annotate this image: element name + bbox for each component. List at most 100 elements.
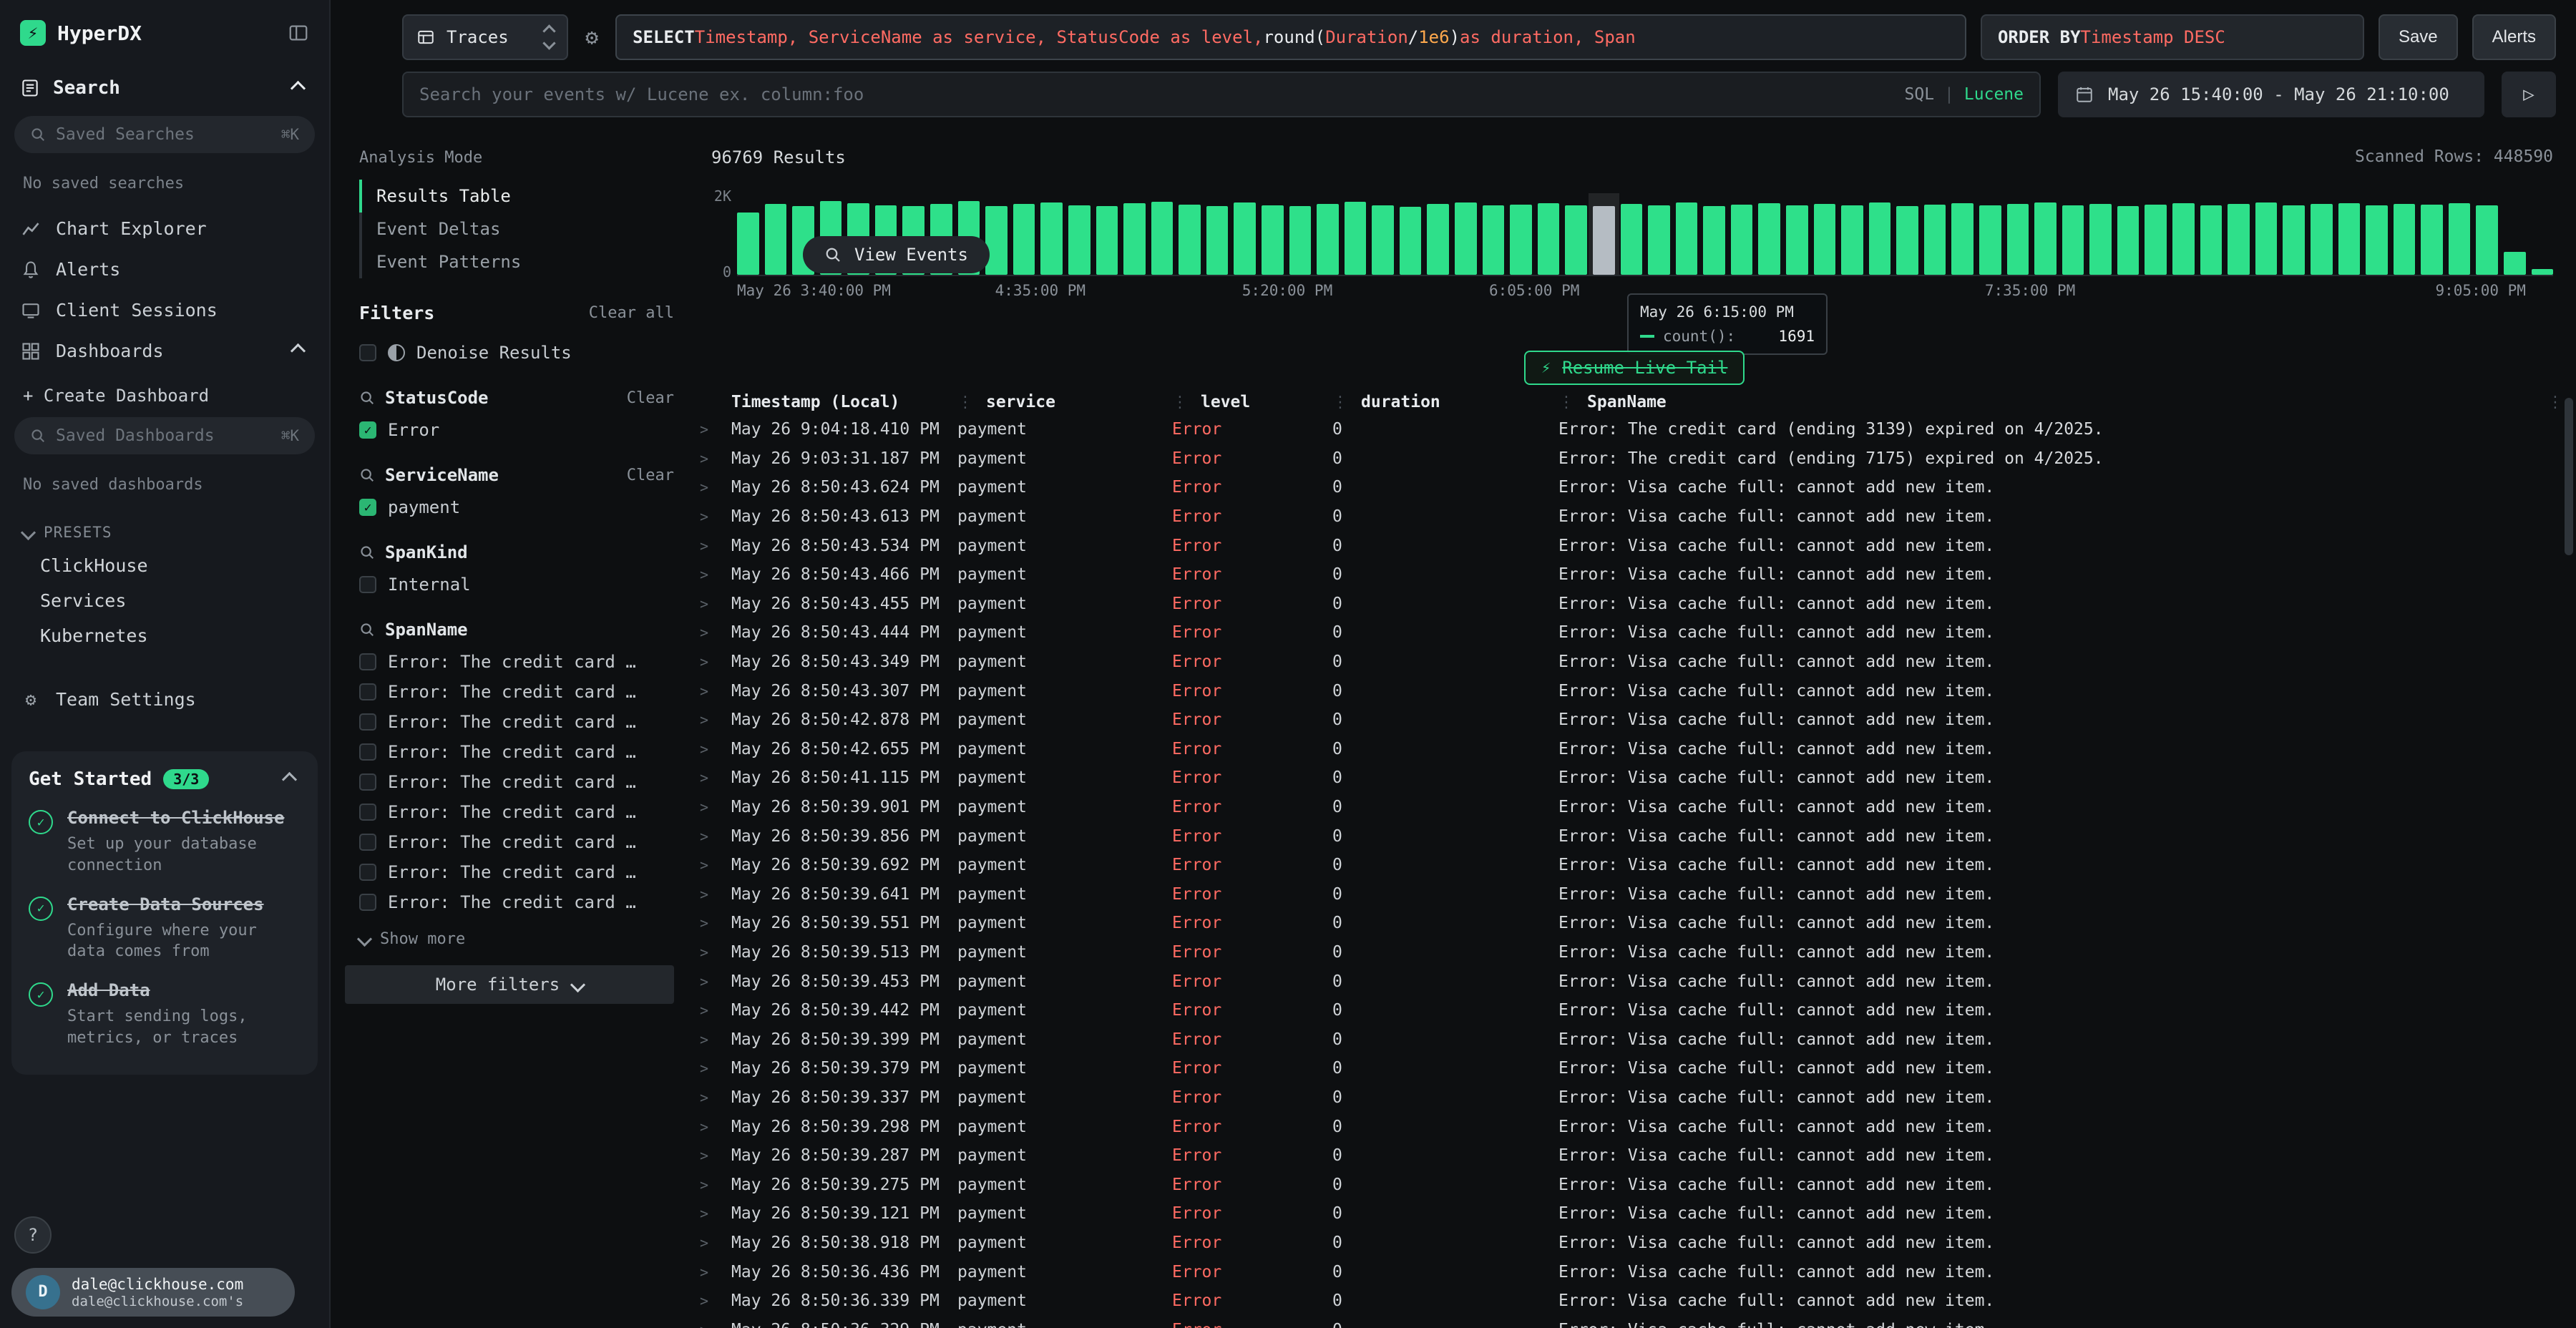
histogram-bar[interactable]: [2200, 205, 2223, 275]
histogram-bar[interactable]: [2228, 204, 2250, 275]
row-expand-chevron-icon[interactable]: >: [700, 421, 731, 438]
row-expand-chevron-icon[interactable]: >: [700, 624, 731, 641]
sidebar-item-team-settings[interactable]: ⚙ Team Settings: [0, 679, 329, 720]
table-row[interactable]: >May 26 8:50:43.455 PMpaymentError0Error…: [688, 590, 2576, 619]
order-by-input[interactable]: ORDER BY Timestamp DESC: [1981, 14, 2364, 60]
row-expand-chevron-icon[interactable]: >: [700, 1060, 731, 1077]
histogram-bar[interactable]: [2117, 206, 2140, 275]
histogram-bar[interactable]: [765, 204, 787, 275]
row-expand-chevron-icon[interactable]: >: [700, 1031, 731, 1048]
resume-live-tail-button[interactable]: ⚡ Resume Live Tail: [1524, 351, 1745, 385]
table-row[interactable]: >May 26 8:50:39.901 PMpaymentError0Error…: [688, 793, 2576, 822]
table-row[interactable]: >May 26 8:50:43.466 PMpaymentError0Error…: [688, 560, 2576, 590]
view-events-button[interactable]: View Events: [803, 236, 990, 273]
table-row[interactable]: >May 26 8:50:39.121 PMpaymentError0Error…: [688, 1199, 2576, 1229]
histogram-bar[interactable]: [2255, 202, 2278, 275]
filter-option-error-the-credit-card[interactable]: Error: The credit card …: [359, 797, 674, 827]
table-row[interactable]: >May 26 8:50:36.329 PMpaymentError0Error…: [688, 1315, 2576, 1328]
table-row[interactable]: >May 26 8:50:43.624 PMpaymentError0Error…: [688, 473, 2576, 502]
preset-kubernetes[interactable]: Kubernetes: [0, 618, 329, 653]
histogram-bar[interactable]: [1676, 202, 1698, 275]
row-expand-chevron-icon[interactable]: >: [700, 1118, 731, 1136]
histogram-bar[interactable]: [2062, 205, 2084, 275]
histogram-bar[interactable]: [2311, 204, 2333, 275]
presets-section-toggle[interactable]: PRESETS: [0, 509, 329, 548]
more-filters-button[interactable]: More filters: [345, 965, 674, 1004]
source-select[interactable]: Traces: [402, 14, 568, 60]
column-header-timestamp-local[interactable]: Timestamp (Local): [731, 393, 957, 411]
histogram-bar[interactable]: [1068, 205, 1091, 275]
histogram-bar[interactable]: [2532, 269, 2554, 275]
row-expand-chevron-icon[interactable]: >: [700, 856, 731, 874]
table-row[interactable]: >May 26 9:04:18.410 PMpaymentError0Error…: [688, 415, 2576, 444]
table-row[interactable]: >May 26 8:50:41.115 PMpaymentError0Error…: [688, 763, 2576, 793]
histogram-bar[interactable]: [1731, 205, 1753, 275]
sidebar-item-client-sessions[interactable]: Client Sessions: [0, 290, 329, 331]
filter-option-error-the-credit-card[interactable]: Error: The credit card …: [359, 677, 674, 707]
event-search-input[interactable]: Search your events w/ Lucene ex. column:…: [402, 72, 2041, 117]
row-expand-chevron-icon[interactable]: >: [700, 566, 731, 583]
row-expand-chevron-icon[interactable]: >: [700, 450, 731, 467]
histogram-bar[interactable]: [2338, 203, 2361, 275]
preset-clickhouse[interactable]: ClickHouse: [0, 548, 329, 583]
table-row[interactable]: >May 26 8:50:39.551 PMpaymentError0Error…: [688, 909, 2576, 938]
column-header-spanname[interactable]: ⋮SpanName: [1558, 393, 2547, 411]
histogram-bar[interactable]: [2007, 204, 2029, 275]
row-expand-chevron-icon[interactable]: >: [700, 1264, 731, 1281]
filter-option-error-the-credit-card[interactable]: Error: The credit card …: [359, 647, 674, 677]
row-expand-chevron-icon[interactable]: >: [700, 479, 731, 496]
source-settings-gear-icon[interactable]: ⚙: [582, 14, 601, 60]
filter-clear-link[interactable]: Clear: [627, 389, 674, 407]
histogram-bar[interactable]: [1455, 202, 1477, 275]
row-expand-chevron-icon[interactable]: >: [700, 537, 731, 555]
row-expand-chevron-icon[interactable]: >: [700, 595, 731, 612]
column-header-service[interactable]: ⋮service: [957, 393, 1172, 411]
run-query-button[interactable]: ▷: [2502, 72, 2556, 117]
histogram-bar[interactable]: [1483, 205, 1505, 275]
row-expand-chevron-icon[interactable]: >: [700, 1292, 731, 1309]
get-started-item[interactable]: ✓ Add Data Start sending logs, metrics, …: [29, 980, 301, 1049]
preset-services[interactable]: Services: [0, 583, 329, 618]
row-expand-chevron-icon[interactable]: >: [700, 1205, 731, 1222]
row-expand-chevron-icon[interactable]: >: [700, 944, 731, 961]
sql-query-editor[interactable]: SELECT Timestamp, ServiceName as service…: [615, 14, 1966, 60]
get-started-item[interactable]: ✓ Connect to ClickHouse Set up your data…: [29, 807, 301, 877]
table-row[interactable]: >May 26 8:50:39.337 PMpaymentError0Error…: [688, 1083, 2576, 1113]
histogram-bar[interactable]: [1814, 204, 1836, 275]
row-expand-chevron-icon[interactable]: >: [700, 741, 731, 758]
histogram-bar[interactable]: [1951, 203, 1974, 275]
histogram-bar[interactable]: [2394, 204, 2416, 275]
histogram-bar-highlighted[interactable]: [1593, 206, 1615, 275]
histogram-bar[interactable]: [1924, 205, 1946, 275]
row-expand-chevron-icon[interactable]: >: [700, 1002, 731, 1019]
histogram-bar[interactable]: [2449, 203, 2471, 275]
histogram-bar[interactable]: [2172, 203, 2195, 275]
saved-searches-input[interactable]: Saved Searches ⌘K: [14, 116, 315, 153]
histogram-bar[interactable]: [1786, 205, 1808, 275]
filter-option-error-the-credit-card[interactable]: Error: The credit card …: [359, 827, 674, 857]
histogram-bar[interactable]: [1013, 204, 1035, 275]
table-row[interactable]: >May 26 8:50:39.856 PMpaymentError0Error…: [688, 821, 2576, 851]
table-row[interactable]: >May 26 8:50:43.444 PMpaymentError0Error…: [688, 618, 2576, 648]
histogram-bar[interactable]: [1345, 202, 1367, 275]
histogram-bar[interactable]: [1869, 202, 1891, 275]
table-row[interactable]: >May 26 8:50:42.655 PMpaymentError0Error…: [688, 735, 2576, 764]
table-row[interactable]: >May 26 8:50:36.339 PMpaymentError0Error…: [688, 1286, 2576, 1316]
histogram-bar[interactable]: [2504, 252, 2526, 275]
row-expand-chevron-icon[interactable]: >: [700, 769, 731, 786]
table-row[interactable]: >May 26 8:50:39.298 PMpaymentError0Error…: [688, 1112, 2576, 1141]
row-expand-chevron-icon[interactable]: >: [700, 886, 731, 903]
row-expand-chevron-icon[interactable]: >: [700, 711, 731, 728]
table-row[interactable]: >May 26 8:50:38.918 PMpaymentError0Error…: [688, 1229, 2576, 1258]
chevron-up-icon[interactable]: [282, 771, 297, 786]
table-row[interactable]: >May 26 8:50:39.379 PMpaymentError0Error…: [688, 1054, 2576, 1083]
user-menu[interactable]: D dale@clickhouse.com dale@clickhouse.co…: [11, 1268, 295, 1317]
histogram-bar[interactable]: [1317, 204, 1339, 275]
histogram-bar[interactable]: [1372, 205, 1394, 275]
analysis-mode-results-table[interactable]: Results Table: [359, 180, 674, 213]
filter-clear-link[interactable]: Clear: [627, 467, 674, 484]
language-toggle-lucene[interactable]: Lucene: [1964, 85, 2024, 104]
histogram-bar[interactable]: [2421, 205, 2443, 275]
histogram-bar[interactable]: [1621, 204, 1643, 275]
histogram-bar[interactable]: [2366, 205, 2388, 275]
